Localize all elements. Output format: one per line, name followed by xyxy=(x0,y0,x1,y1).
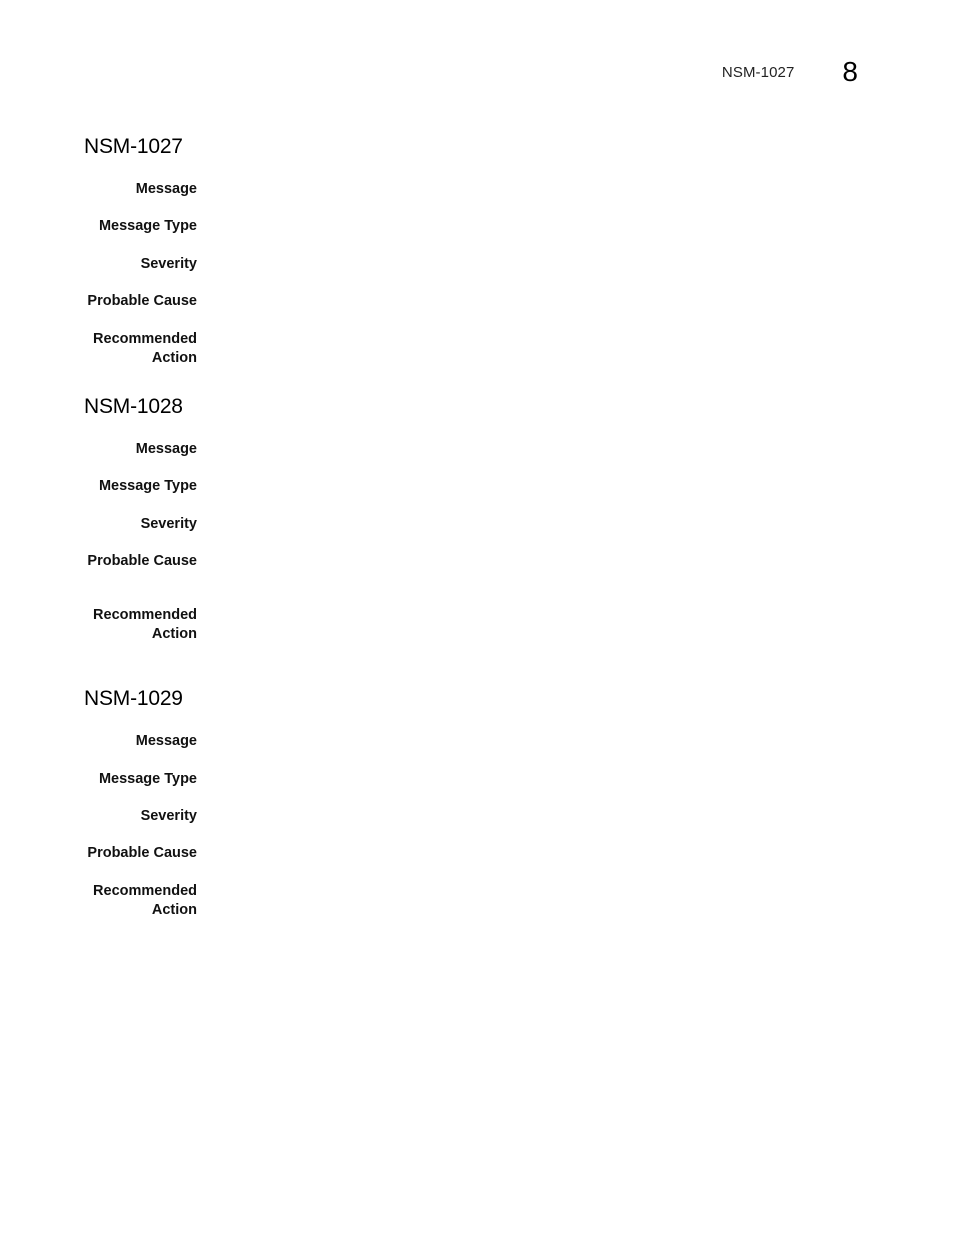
field-label-message: Message xyxy=(135,181,197,197)
section-title: NSM-1028 xyxy=(84,395,183,418)
field-label-message-type: Message Type xyxy=(98,218,197,234)
field-label-severity: Severity xyxy=(140,808,197,824)
field-label-severity: Severity xyxy=(140,516,197,532)
field-label-probable-cause: Probable Cause xyxy=(87,845,197,861)
section-title: NSM-1027 xyxy=(84,135,183,158)
field-label-message: Message xyxy=(135,733,197,749)
chapter-number: 8 xyxy=(842,56,858,87)
running-header: NSM-1027 8 xyxy=(722,54,858,90)
message-section-nsm-1029: NSM-1029 Message Message Type Severity P… xyxy=(84,686,864,926)
field-label-message: Message xyxy=(135,441,197,457)
field-label-recommended-action: Recommended Action xyxy=(93,607,197,642)
field-label-recommended-action: Recommended Action xyxy=(93,331,197,366)
field-label-severity: Severity xyxy=(140,256,197,272)
field-label-message-type: Message Type xyxy=(98,771,197,787)
field-label-probable-cause: Probable Cause xyxy=(87,553,197,569)
running-header-title: NSM-1027 xyxy=(721,63,795,81)
field-label-probable-cause: Probable Cause xyxy=(87,293,197,309)
field-label-message-type: Message Type xyxy=(98,478,197,494)
field-label-recommended-action: Recommended Action xyxy=(93,883,197,918)
message-section-nsm-1027: NSM-1027 Message Message Type Severity P… xyxy=(84,134,864,374)
message-section-nsm-1028: NSM-1028 Message Message Type Severity P… xyxy=(84,394,864,654)
section-title: NSM-1029 xyxy=(84,687,183,710)
